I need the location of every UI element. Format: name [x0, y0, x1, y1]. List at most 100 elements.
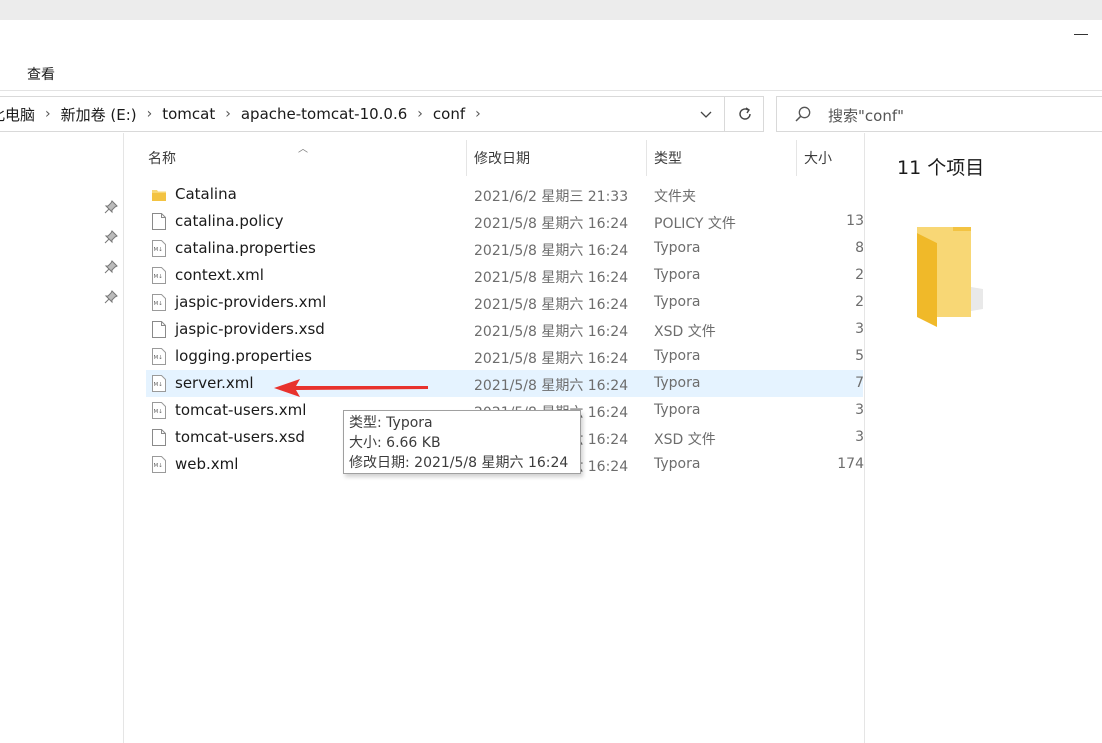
file-name: catalina.properties: [175, 239, 316, 257]
breadcrumb-apache-tomcat[interactable]: apache-tomcat-10.0.6: [237, 105, 411, 123]
file-type: POLICY 文件: [654, 216, 736, 232]
folder-icon: [917, 227, 983, 327]
file-date: 2021/5/8 星期六 16:24: [474, 324, 629, 340]
column-divider[interactable]: [796, 140, 797, 176]
column-header-type[interactable]: 类型: [654, 148, 682, 168]
list-item[interactable]: jaspic-providers.xsd 2021/5/8 星期六 16:24 …: [146, 316, 864, 343]
markdown-file-icon: M↓: [152, 402, 166, 419]
pin-icon[interactable]: [104, 260, 118, 274]
file-type: Typora: [654, 402, 701, 418]
pin-icon[interactable]: [104, 290, 118, 304]
chevron-down-icon[interactable]: [696, 105, 716, 125]
file-icon: [152, 213, 166, 230]
column-divider[interactable]: [646, 140, 647, 176]
tooltip-type: 类型: Typora: [349, 415, 433, 431]
file-name: context.xml: [175, 266, 264, 284]
file-date: 2021/6/2 星期三 21:33: [474, 189, 629, 205]
tooltip-size: 大小: 6.66 KB: [349, 435, 441, 451]
file-date: 2021/5/8 星期六 16:24: [474, 270, 629, 286]
file-type: XSD 文件: [654, 432, 716, 448]
breadcrumb-tomcat[interactable]: tomcat: [158, 105, 219, 123]
pin-icon[interactable]: [104, 200, 118, 214]
file-size: 13: [846, 213, 864, 229]
breadcrumb-drive-e[interactable]: 新加卷 (E:): [57, 104, 141, 125]
ribbon-tab-view[interactable]: 查看: [27, 64, 55, 84]
file-name: logging.properties: [175, 347, 312, 365]
file-type: Typora: [654, 375, 701, 391]
address-bar[interactable]: 此电脑 › 新加卷 (E:) › tomcat › apache-tomcat-…: [0, 96, 764, 132]
refresh-button[interactable]: [724, 97, 764, 131]
list-item[interactable]: catalina.policy 2021/5/8 星期六 16:24 POLIC…: [146, 208, 864, 235]
details-pane: 11 个项目: [865, 133, 1102, 743]
ribbon: 查看: [0, 58, 1102, 91]
file-date: 2021/5/8 星期六 16:24: [474, 243, 629, 259]
column-header-date[interactable]: 修改日期: [474, 148, 530, 168]
file-type: Typora: [654, 294, 701, 310]
svg-text:M↓: M↓: [154, 300, 163, 307]
list-item[interactable]: M↓ catalina.properties 2021/5/8 星期六 16:2…: [146, 235, 864, 262]
file-name: tomcat-users.xsd: [175, 428, 305, 446]
file-size: 2: [855, 267, 864, 283]
file-size: 3: [855, 402, 864, 418]
chevron-right-icon[interactable]: ›: [39, 106, 57, 122]
file-size: 3: [855, 429, 864, 445]
chevron-right-icon[interactable]: ›: [141, 106, 159, 122]
list-item[interactable]: M↓ jaspic-providers.xml 2021/5/8 星期六 16:…: [146, 289, 864, 316]
file-type: XSD 文件: [654, 324, 716, 340]
markdown-file-icon: M↓: [152, 267, 166, 284]
navigation-pane: [0, 133, 124, 743]
pin-icon[interactable]: [104, 230, 118, 244]
column-header-size[interactable]: 大小: [804, 148, 832, 168]
search-input[interactable]: 搜索"conf": [776, 96, 1102, 132]
svg-text:M↓: M↓: [154, 273, 163, 280]
list-item-selected[interactable]: M↓ server.xml 2021/5/8 星期六 16:24 Typora …: [146, 370, 864, 397]
file-name: tomcat-users.xml: [175, 401, 307, 419]
file-size: 7: [855, 375, 864, 391]
file-type: Typora: [654, 348, 701, 364]
file-name: catalina.policy: [175, 212, 284, 230]
file-size: 5: [855, 348, 864, 364]
chevron-right-icon[interactable]: ›: [469, 106, 487, 122]
file-icon: [152, 429, 166, 446]
file-name: jaspic-providers.xsd: [175, 320, 325, 338]
file-size: 174: [837, 456, 864, 472]
search-placeholder: 搜索"conf": [828, 107, 905, 125]
breadcrumb-this-pc[interactable]: 此电脑: [0, 104, 39, 125]
background-window-strip: [0, 0, 1102, 21]
file-name: web.xml: [175, 455, 239, 473]
file-type: 文件夹: [654, 189, 696, 205]
file-tooltip: 类型: Typora 大小: 6.66 KB 修改日期: 2021/5/8 星期…: [343, 410, 581, 474]
file-type: Typora: [654, 456, 701, 472]
list-item[interactable]: M↓ logging.properties 2021/5/8 星期六 16:24…: [146, 343, 864, 370]
minimize-button[interactable]: [1074, 34, 1088, 35]
markdown-file-icon: M↓: [152, 375, 166, 392]
file-name: jaspic-providers.xml: [175, 293, 327, 311]
markdown-file-icon: M↓: [152, 294, 166, 311]
list-item[interactable]: Catalina 2021/6/2 星期三 21:33 文件夹: [146, 181, 863, 208]
list-item[interactable]: M↓ context.xml 2021/5/8 星期六 16:24 Typora…: [146, 262, 864, 289]
file-type: Typora: [654, 240, 701, 256]
folder-icon: [152, 190, 166, 201]
refresh-icon: [738, 107, 751, 120]
file-date: 2021/5/8 星期六 16:24: [474, 351, 629, 367]
file-icon: [152, 321, 166, 338]
markdown-file-icon: M↓: [152, 240, 166, 257]
file-size: 3: [855, 321, 864, 337]
annotation-arrow-icon: [274, 379, 428, 397]
search-icon: [795, 106, 811, 122]
file-date: 2021/5/8 星期六 16:24: [474, 216, 629, 232]
tooltip-date: 修改日期: 2021/5/8 星期六 16:24: [349, 455, 569, 471]
svg-text:M↓: M↓: [154, 354, 163, 361]
chevron-right-icon[interactable]: ›: [411, 106, 429, 122]
column-header-name[interactable]: 名称: [148, 148, 176, 168]
svg-text:M↓: M↓: [154, 381, 163, 388]
chevron-right-icon[interactable]: ›: [219, 106, 237, 122]
breadcrumb-conf[interactable]: conf: [429, 105, 469, 123]
sort-ascending-icon: ︿: [298, 144, 308, 155]
svg-text:M↓: M↓: [154, 462, 163, 469]
file-size: 2: [855, 294, 864, 310]
markdown-file-icon: M↓: [152, 348, 166, 365]
item-count: 11 个项目: [897, 157, 985, 179]
file-name: server.xml: [175, 374, 254, 392]
column-divider[interactable]: [466, 140, 467, 176]
